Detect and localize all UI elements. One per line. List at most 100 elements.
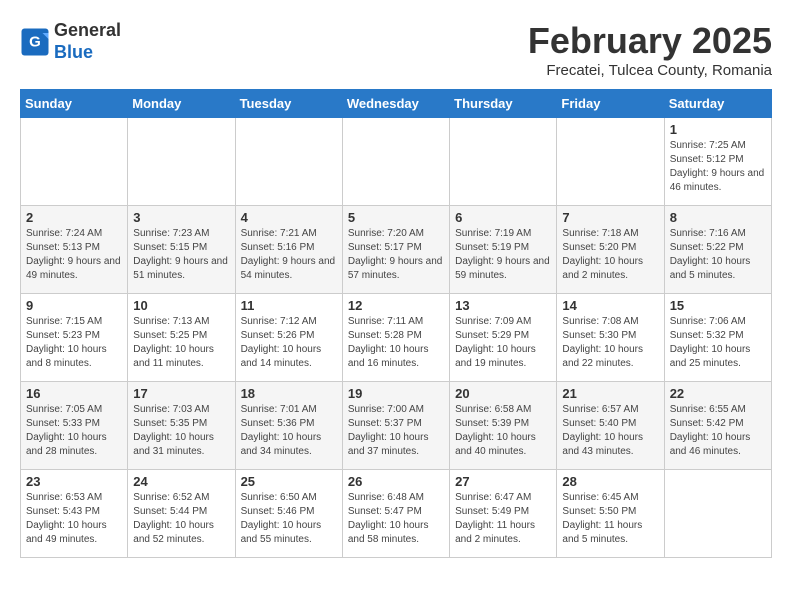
day-number: 17 — [133, 386, 229, 401]
day-number: 2 — [26, 210, 122, 225]
calendar-cell: 22Sunrise: 6:55 AM Sunset: 5:42 PM Dayli… — [664, 382, 771, 470]
calendar-cell: 23 Sunrise: 6:53 AM Sunset: 5:43 PM Dayli… — [21, 470, 128, 558]
day-number: 4 — [241, 210, 337, 225]
day-info: Sunrise: 7:21 AM Sunset: 5:16 PM Dayligh… — [241, 227, 337, 283]
calendar-cell: 2 Sunrise: 7:24 AM Sunset: 5:13 PM Daylig… — [21, 206, 128, 294]
calendar-week-3: 9 Sunrise: 7:15 AM Sunset: 5:23 PM Daylig… — [21, 294, 772, 382]
calendar-cell: 13Sunrise: 7:09 AM Sunset: 5:29 PM Dayli… — [450, 294, 557, 382]
day-info: Sunrise: 6:57 AM Sunset: 5:40 PM Dayligh… — [562, 403, 658, 459]
day-number: 10 — [133, 298, 229, 313]
day-number: 28 — [562, 474, 658, 489]
day-number: 6 — [455, 210, 551, 225]
calendar-cell: 15 Sunrise: 7:06 AM Sunset: 5:32 PM Dayli… — [664, 294, 771, 382]
calendar-cell — [664, 470, 771, 558]
day-number: 13 — [455, 298, 551, 313]
day-info: Sunrise: 7:16 AM Sunset: 5:22 PM Dayligh… — [670, 227, 766, 283]
calendar-cell: 8 Sunrise: 7:16 AM Sunset: 5:22 PM Daylig… — [664, 206, 771, 294]
calendar-cell — [342, 118, 449, 206]
calendar-cell: 25Sunrise: 6:50 AM Sunset: 5:46 PM Dayli… — [235, 470, 342, 558]
day-info: Sunrise: 7:20 AM Sunset: 5:17 PM Dayligh… — [348, 227, 444, 283]
logo-text: General Blue — [54, 20, 121, 63]
calendar-subtitle: Frecatei, Tulcea County, Romania — [528, 62, 772, 79]
calendar-cell: 3 Sunrise: 7:23 AM Sunset: 5:15 PM Daylig… — [128, 206, 235, 294]
day-info: Sunrise: 7:15 AM Sunset: 5:23 PM Dayligh… — [26, 315, 122, 371]
day-number: 1 — [670, 122, 766, 137]
calendar-cell: 14 Sunrise: 7:08 AM Sunset: 5:30 PM Dayli… — [557, 294, 664, 382]
day-info: Sunrise: 7:13 AM Sunset: 5:25 PM Dayligh… — [133, 315, 229, 371]
calendar-week-2: 2 Sunrise: 7:24 AM Sunset: 5:13 PM Daylig… — [21, 206, 772, 294]
day-info: Sunrise: 7:03 AM Sunset: 5:35 PM Dayligh… — [133, 403, 229, 459]
day-number: 24 — [133, 474, 229, 489]
day-info: Sunrise: 7:06 AM Sunset: 5:32 PM Dayligh… — [670, 315, 766, 371]
calendar-cell — [450, 118, 557, 206]
calendar-cell — [21, 118, 128, 206]
day-number: 9 — [26, 298, 122, 313]
page-header: G General Blue February 2025 Frecatei, T… — [20, 20, 772, 79]
calendar-cell: 5 Sunrise: 7:20 AM Sunset: 5:17 PM Daylig… — [342, 206, 449, 294]
weekday-header-saturday: Saturday — [664, 90, 771, 118]
day-number: 15 — [670, 298, 766, 313]
title-block: February 2025 Frecatei, Tulcea County, R… — [528, 20, 772, 79]
calendar-week-5: 23 Sunrise: 6:53 AM Sunset: 5:43 PM Dayli… — [21, 470, 772, 558]
day-info: Sunrise: 7:24 AM Sunset: 5:13 PM Dayligh… — [26, 227, 122, 283]
day-info: Sunrise: 6:55 AM Sunset: 5:42 PM Dayligh… — [670, 403, 766, 459]
day-number: 7 — [562, 210, 658, 225]
day-info: Sunrise: 6:50 AM Sunset: 5:46 PM Dayligh… — [241, 491, 337, 547]
calendar-cell: 24 Sunrise: 6:52 AM Sunset: 5:44 PM Dayli… — [128, 470, 235, 558]
calendar-cell — [235, 118, 342, 206]
day-info: Sunrise: 7:08 AM Sunset: 5:30 PM Dayligh… — [562, 315, 658, 371]
calendar-cell: 11 Sunrise: 7:12 AM Sunset: 5:26 PM Dayli… — [235, 294, 342, 382]
calendar-body: 1 Sunrise: 7:25 AM Sunset: 5:12 PM Daylig… — [21, 118, 772, 558]
calendar-cell: 21 Sunrise: 6:57 AM Sunset: 5:40 PM Dayli… — [557, 382, 664, 470]
day-info: Sunrise: 6:52 AM Sunset: 5:44 PM Dayligh… — [133, 491, 229, 547]
logo-icon: G — [20, 27, 50, 57]
day-info: Sunrise: 6:45 AM Sunset: 5:50 PM Dayligh… — [562, 491, 658, 547]
calendar-table: SundayMondayTuesdayWednesdayThursdayFrid… — [20, 89, 772, 558]
day-number: 8 — [670, 210, 766, 225]
day-number: 3 — [133, 210, 229, 225]
weekday-header-monday: Monday — [128, 90, 235, 118]
day-number: 11 — [241, 298, 337, 313]
day-number: 23 — [26, 474, 122, 489]
calendar-cell — [128, 118, 235, 206]
calendar-cell: 27Sunrise: 6:47 AM Sunset: 5:49 PM Dayli… — [450, 470, 557, 558]
day-number: 27 — [455, 474, 551, 489]
day-info: Sunrise: 7:23 AM Sunset: 5:15 PM Dayligh… — [133, 227, 229, 283]
logo-blue: Blue — [54, 42, 93, 62]
calendar-cell: 17 Sunrise: 7:03 AM Sunset: 5:35 PM Dayli… — [128, 382, 235, 470]
weekday-header-thursday: Thursday — [450, 90, 557, 118]
calendar-cell: 12Sunrise: 7:11 AM Sunset: 5:28 PM Dayli… — [342, 294, 449, 382]
day-info: Sunrise: 7:11 AM Sunset: 5:28 PM Dayligh… — [348, 315, 444, 371]
day-number: 20 — [455, 386, 551, 401]
weekday-header-row: SundayMondayTuesdayWednesdayThursdayFrid… — [21, 90, 772, 118]
weekday-header-wednesday: Wednesday — [342, 90, 449, 118]
day-number: 26 — [348, 474, 444, 489]
day-info: Sunrise: 6:53 AM Sunset: 5:43 PM Dayligh… — [26, 491, 122, 547]
calendar-cell: 6Sunrise: 7:19 AM Sunset: 5:19 PM Daylig… — [450, 206, 557, 294]
calendar-title: February 2025 — [528, 20, 772, 62]
calendar-cell: 19 Sunrise: 7:00 AM Sunset: 5:37 PM Dayli… — [342, 382, 449, 470]
day-info: Sunrise: 7:01 AM Sunset: 5:36 PM Dayligh… — [241, 403, 337, 459]
weekday-header-sunday: Sunday — [21, 90, 128, 118]
day-info: Sunrise: 6:58 AM Sunset: 5:39 PM Dayligh… — [455, 403, 551, 459]
calendar-cell: 9 Sunrise: 7:15 AM Sunset: 5:23 PM Daylig… — [21, 294, 128, 382]
day-number: 19 — [348, 386, 444, 401]
day-info: Sunrise: 7:18 AM Sunset: 5:20 PM Dayligh… — [562, 227, 658, 283]
day-number: 14 — [562, 298, 658, 313]
day-info: Sunrise: 7:05 AM Sunset: 5:33 PM Dayligh… — [26, 403, 122, 459]
calendar-week-1: 1 Sunrise: 7:25 AM Sunset: 5:12 PM Daylig… — [21, 118, 772, 206]
day-info: Sunrise: 7:25 AM Sunset: 5:12 PM Dayligh… — [670, 139, 766, 195]
day-info: Sunrise: 7:12 AM Sunset: 5:26 PM Dayligh… — [241, 315, 337, 371]
calendar-cell — [557, 118, 664, 206]
weekday-header-tuesday: Tuesday — [235, 90, 342, 118]
calendar-cell: 18 Sunrise: 7:01 AM Sunset: 5:36 PM Dayli… — [235, 382, 342, 470]
day-number: 21 — [562, 386, 658, 401]
day-number: 18 — [241, 386, 337, 401]
calendar-cell: 10 Sunrise: 7:13 AM Sunset: 5:25 PM Dayli… — [128, 294, 235, 382]
logo: G General Blue — [20, 20, 121, 63]
calendar-cell: 16Sunrise: 7:05 AM Sunset: 5:33 PM Dayli… — [21, 382, 128, 470]
calendar-cell: 26Sunrise: 6:48 AM Sunset: 5:47 PM Dayli… — [342, 470, 449, 558]
calendar-cell: 28 Sunrise: 6:45 AM Sunset: 5:50 PM Dayli… — [557, 470, 664, 558]
day-info: Sunrise: 7:00 AM Sunset: 5:37 PM Dayligh… — [348, 403, 444, 459]
day-number: 5 — [348, 210, 444, 225]
